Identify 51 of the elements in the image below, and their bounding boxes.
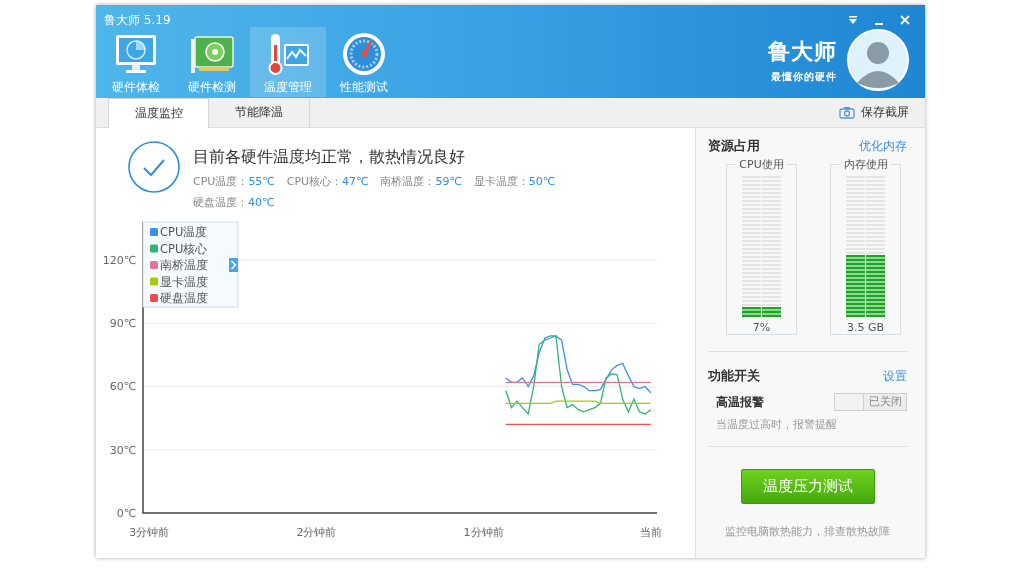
camera-icon	[839, 106, 855, 119]
stress-test-button[interactable]: 温度压力测试	[740, 469, 875, 504]
legend-toggle-button[interactable]	[229, 258, 238, 272]
menu-caret-icon	[848, 15, 858, 25]
save-screenshot-button[interactable]: 保存截屏	[839, 104, 909, 121]
legend-label: CPU核心	[160, 241, 208, 256]
nav-tab[interactable]: 性能测试	[326, 27, 402, 97]
axis-tick-label: 120℃	[102, 253, 136, 267]
tab[interactable]: 温度监控	[108, 98, 209, 128]
footer-note: 监控电脑散热能力，排查散热故障	[724, 524, 891, 539]
axis-tick-label: 3分钟前	[129, 526, 170, 539]
avatar-icon	[847, 29, 909, 91]
temperature-reading: 显卡温度：50℃	[473, 174, 556, 189]
minimize-icon	[875, 23, 883, 25]
axis-tick-label: 当前	[639, 526, 662, 539]
temperature-reading: 硬盘温度：40℃	[193, 195, 275, 210]
legend-label: 南桥温度	[160, 258, 208, 272]
toggle-switch[interactable]: 已关闭	[834, 393, 907, 411]
temperature-reading: CPU温度：55℃	[193, 174, 275, 189]
section-title: 资源占用	[708, 138, 760, 155]
legend-label: 显卡温度	[160, 274, 208, 289]
section-title: 功能开关	[708, 368, 760, 385]
nav-tab[interactable]: 硬件体检	[98, 27, 174, 97]
switch-label: 高温报警	[716, 393, 764, 411]
meter-reading: 3.5 GB	[846, 321, 885, 334]
axis-tick-label: 2分钟前	[296, 526, 337, 539]
meter-reading: 7%	[752, 321, 771, 334]
meter-label: CPU使用	[738, 157, 785, 172]
temperature-reading: CPU核心：47℃	[286, 174, 369, 189]
optimize-memory-link[interactable]: 优化内存	[859, 138, 907, 155]
meter-label: 内存使用	[842, 157, 889, 172]
status-headline: 目前各硬件温度均正常，散热情况良好	[193, 147, 466, 168]
brand-name: 鲁大师	[768, 37, 837, 66]
gauge-icon	[341, 31, 387, 77]
settings-link[interactable]: 设置	[883, 368, 907, 385]
axis-tick-label: 90℃	[109, 317, 136, 331]
legend-label: CPU温度	[160, 225, 208, 239]
brand-slogan: 最懂你的硬件	[771, 70, 837, 84]
check-circle-icon	[128, 141, 180, 193]
window-title: 鲁大师 5.19	[104, 12, 171, 28]
switch-hint: 当温度过高时，报警提醒	[715, 417, 838, 432]
axis-tick-label: 1分钟前	[463, 526, 504, 539]
nav-tab[interactable]: 硬件检测	[174, 27, 250, 97]
temperature-reading: 南桥温度：59℃	[380, 174, 462, 189]
nav-tab[interactable]: 温度管理	[250, 27, 326, 97]
axis-tick-label: 30℃	[109, 443, 136, 457]
axis-tick-label: 60℃	[109, 380, 136, 394]
tab[interactable]: 节能降温	[209, 98, 310, 127]
legend-label: 硬盘温度	[160, 291, 208, 305]
close-icon	[900, 15, 910, 25]
axis-tick-label: 0℃	[116, 507, 136, 520]
